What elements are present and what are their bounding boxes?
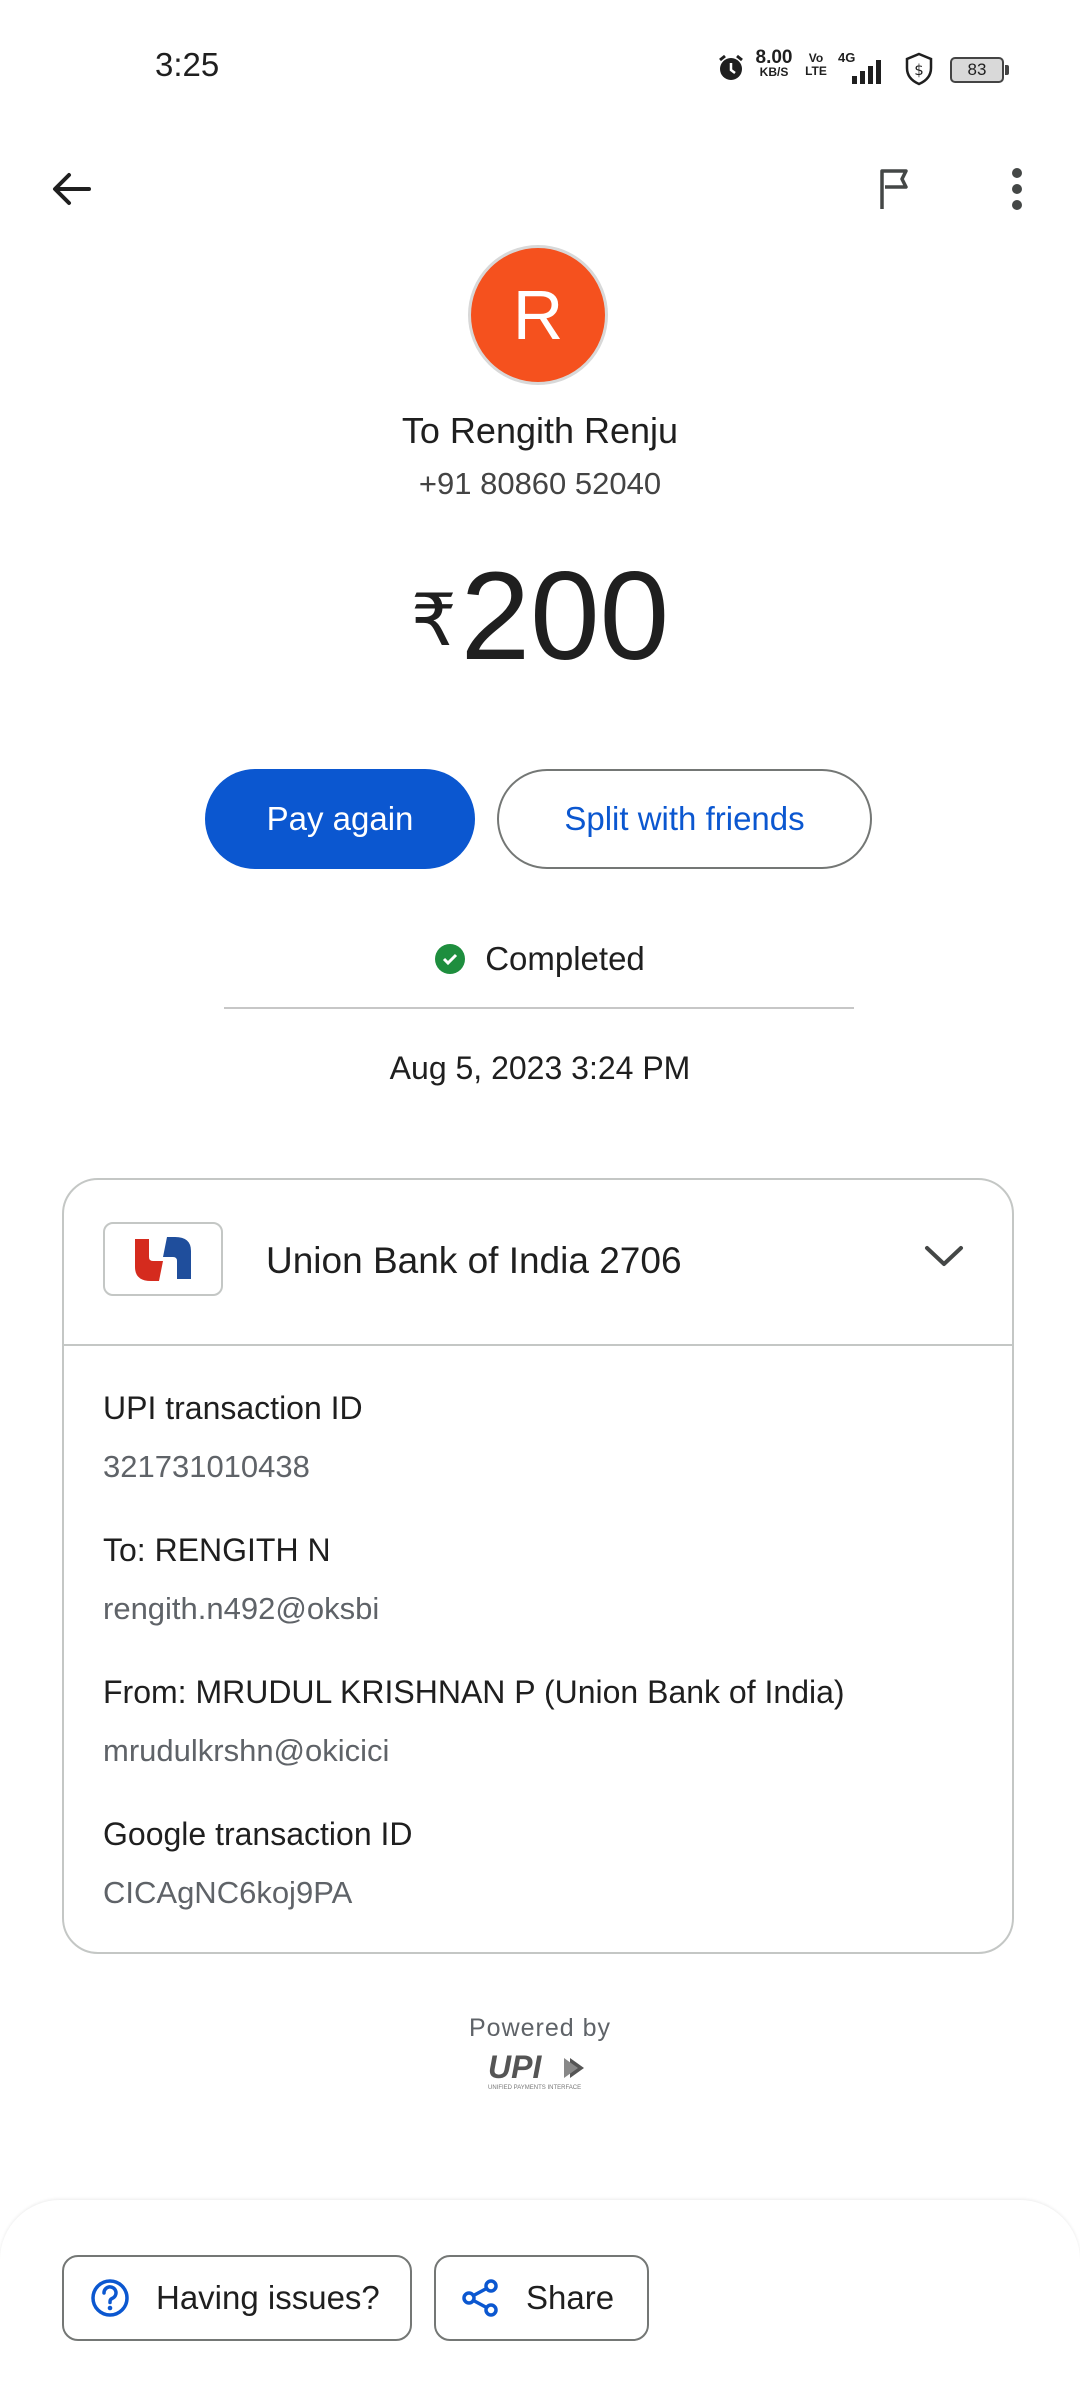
recipient-name: To Rengith Renju [401, 410, 679, 451]
network-speed: 8.00 KB/S [752, 47, 796, 80]
share-button[interactable]: Share [434, 2255, 649, 2341]
upi-logo: UPI UNIFIED PAYMENTS INTERFACE [488, 2049, 584, 2091]
help-icon [88, 2276, 132, 2320]
currency-symbol: ₹ [410, 581, 457, 661]
detail-value[interactable]: 321731010438 [103, 1449, 363, 1485]
check-circle-icon [435, 944, 466, 974]
bank-account-name: Union Bank of India 2706 [266, 1240, 682, 1281]
report-button[interactable] [860, 153, 932, 225]
split-with-friends-button[interactable]: Split with friends [497, 769, 872, 869]
detail-value[interactable]: rengith.n492@oksbi [103, 1591, 379, 1627]
share-icon [458, 2276, 502, 2320]
more-vert-icon [1012, 168, 1022, 210]
alarm-icon [719, 54, 743, 80]
svg-text:$: $ [914, 61, 924, 79]
volte-indicator: Vo LTE [805, 51, 827, 78]
more-options-button[interactable] [981, 153, 1053, 225]
battery-indicator: 83 [950, 57, 1009, 83]
detail-label: Google transaction ID [103, 1816, 413, 1852]
upi-logo-text: UPI [488, 2049, 542, 2085]
payment-status: Completed [0, 940, 1080, 978]
divider [224, 1007, 854, 1009]
detail-value[interactable]: CICAgNC6koj9PA [103, 1875, 413, 1911]
union-bank-logo [103, 1222, 223, 1296]
detail-label: To: RENGITH N [103, 1532, 331, 1568]
having-issues-label: Having issues? [156, 2279, 380, 2316]
pay-again-button[interactable]: Pay again [205, 769, 475, 869]
to-account: To: RENGITH N rengith.n492@oksbi [103, 1532, 379, 1627]
powered-by-label: Powered by [468, 2014, 612, 2042]
signal-icon: 4G [838, 50, 888, 84]
security-shield-icon: $ [905, 52, 933, 86]
share-label: Share [526, 2279, 615, 2316]
network-speed-value: 8.00 [755, 47, 793, 68]
google-transaction-id: Google transaction ID CICAgNC6koj9PA [103, 1816, 413, 1911]
detail-label: UPI transaction ID [103, 1390, 363, 1426]
avatar: R [468, 245, 608, 385]
back-button[interactable] [35, 153, 107, 225]
recipient-phone: +91 80860 52040 [418, 466, 662, 501]
bank-account-row[interactable]: Union Bank of India 2706 [64, 1180, 1012, 1346]
chevron-down-icon [925, 1246, 963, 1266]
signal-bars-icon [852, 60, 881, 84]
amount-value: 200 [460, 547, 670, 686]
status-label: Completed [485, 940, 645, 977]
detail-label: From: MRUDUL KRISHNAN P (Union Bank of I… [103, 1674, 845, 1710]
upi-tagline: UNIFIED PAYMENTS INTERFACE [488, 2085, 581, 2091]
from-account: From: MRUDUL KRISHNAN P (Union Bank of I… [103, 1674, 845, 1769]
expand-toggle[interactable] [916, 1228, 972, 1284]
flag-icon [880, 169, 908, 209]
having-issues-button[interactable]: Having issues? [62, 2255, 412, 2341]
status-time: 3:25 [155, 46, 220, 83]
transaction-details-card: Union Bank of India 2706 UPI transaction… [62, 1178, 1014, 1954]
back-arrow-icon [53, 173, 91, 205]
amount-display: ₹ 200 [0, 552, 1080, 682]
detail-value[interactable]: mrudulkrshn@okicici [103, 1733, 845, 1769]
upi-transaction-id: UPI transaction ID 321731010438 [103, 1390, 363, 1485]
transaction-datetime: Aug 5, 2023 3:24 PM [389, 1050, 691, 1086]
